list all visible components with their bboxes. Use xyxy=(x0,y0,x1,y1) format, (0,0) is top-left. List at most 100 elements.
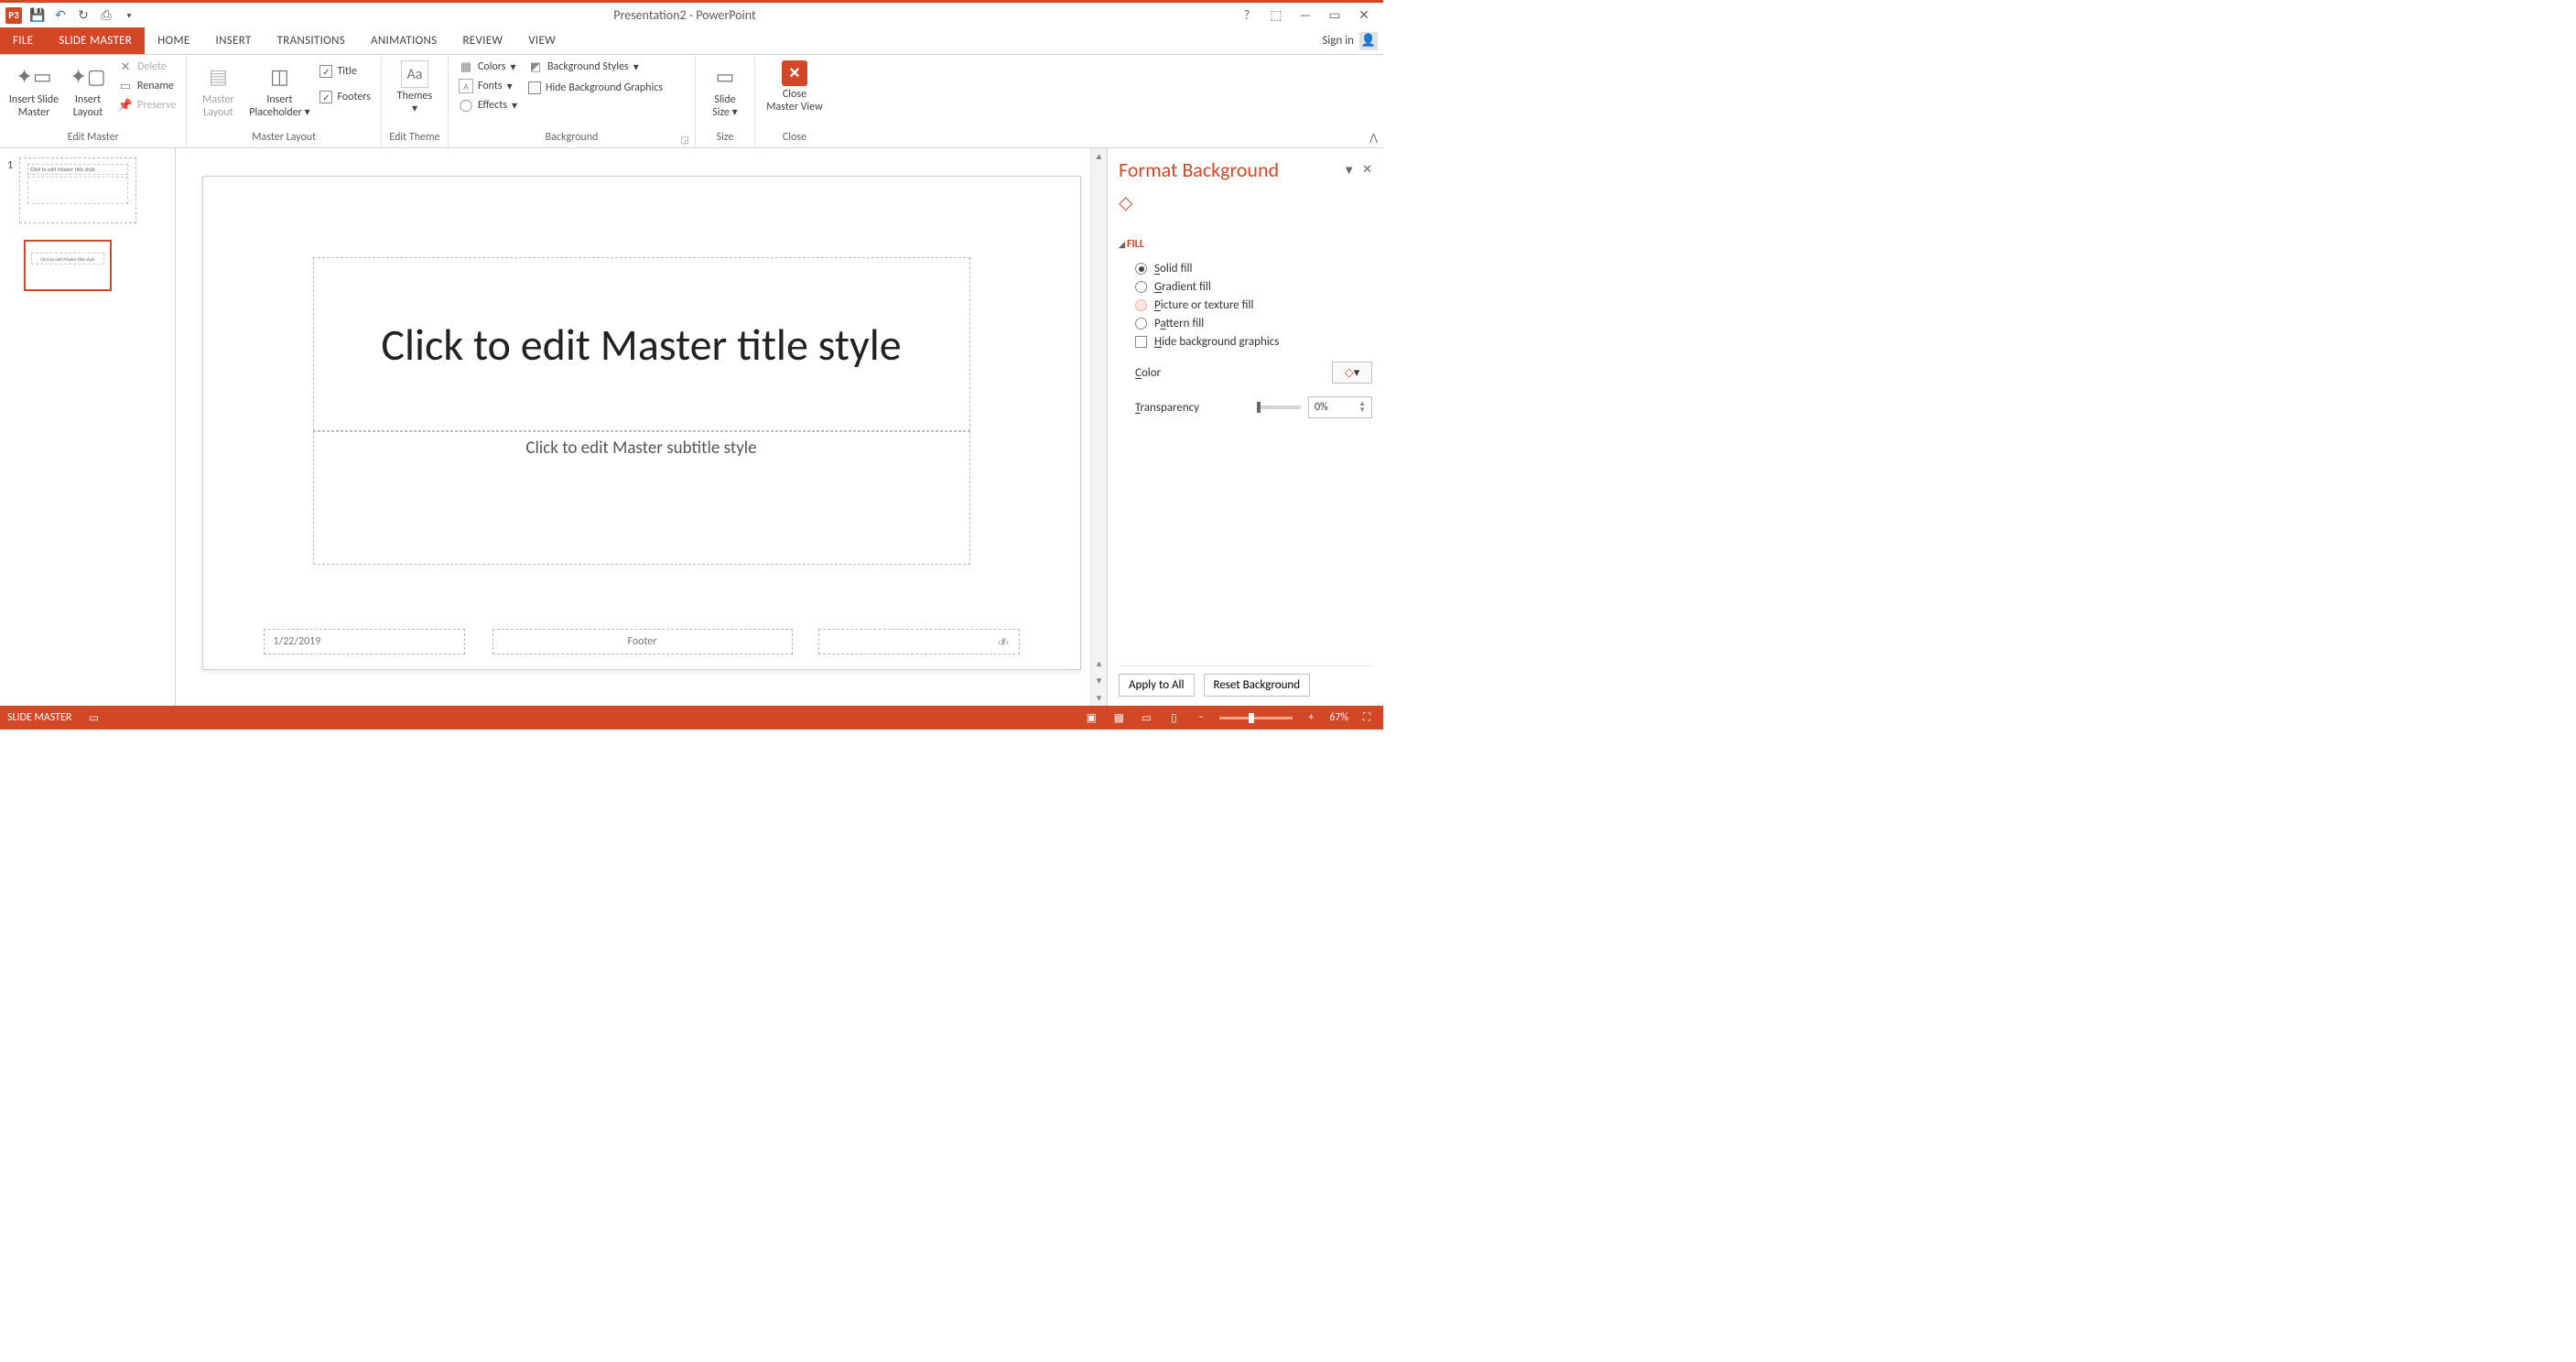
scroll-up-icon[interactable]: ▲ xyxy=(1091,148,1107,163)
pattern-fill-label: Pattern fill xyxy=(1154,317,1204,330)
fill-category-icon[interactable]: ◇ xyxy=(1119,191,1372,214)
tab-file[interactable]: FILE xyxy=(0,27,46,54)
themes-icon: Aa xyxy=(401,60,428,88)
next-slide-icon[interactable]: ▾ xyxy=(1091,689,1107,706)
background-styles-button[interactable]: ◩Background Styles ▾ xyxy=(525,59,666,75)
tab-transitions[interactable]: TRANSITIONS xyxy=(265,27,358,54)
themes-button[interactable]: Aa Themes▾ xyxy=(389,59,440,115)
pane-title: Format Background xyxy=(1119,157,1279,182)
fonts-label: Fonts xyxy=(478,80,503,92)
insert-slide-master-icon: ✦▭ xyxy=(18,60,49,92)
help-icon[interactable]: ? xyxy=(1239,7,1255,24)
slide-number-placeholder[interactable]: ‹#› xyxy=(818,629,1020,654)
sign-in[interactable]: Sign in 👤 xyxy=(1316,27,1383,54)
picture-fill-radio[interactable]: Picture or texture fill xyxy=(1135,298,1372,312)
undo-icon[interactable]: ↶ xyxy=(53,8,68,23)
slide-thumbnails-pane[interactable]: 1 Click to edit Master title style Click… xyxy=(0,148,176,706)
pane-close-icon[interactable]: ✕ xyxy=(1362,163,1372,178)
insert-layout-icon: ✦▢ xyxy=(72,60,103,92)
rename-button[interactable]: ▭Rename xyxy=(115,78,179,94)
layout-thumb-title: Click to edit Master title style xyxy=(31,253,104,265)
colors-button[interactable]: ▦Colors ▾ xyxy=(456,59,520,75)
minimize-icon[interactable]: — xyxy=(1297,7,1314,24)
transparency-input[interactable]: 0%▲▼ xyxy=(1308,396,1372,418)
normal-view-icon[interactable]: ▣ xyxy=(1082,710,1100,725)
master-slide-thumbnail[interactable]: Click to edit Master title style xyxy=(19,157,136,223)
delete-button[interactable]: ✕Delete xyxy=(115,59,179,75)
group-edit-theme-label: Edit Theme xyxy=(389,129,440,146)
tab-slide-master[interactable]: SLIDE MASTER xyxy=(46,27,145,54)
fit-to-window-icon[interactable]: ⛶ xyxy=(1358,710,1376,725)
save-icon[interactable]: 💾 xyxy=(30,8,45,23)
color-label: Color xyxy=(1135,366,1161,380)
footer-placeholder[interactable]: Footer xyxy=(492,629,793,654)
fonts-button[interactable]: AFonts ▾ xyxy=(456,78,520,94)
qat-more-icon[interactable]: ▾ xyxy=(122,8,136,23)
hide-background-graphics-checkbox[interactable]: Hide Background Graphics xyxy=(525,81,666,95)
insert-slide-master-button[interactable]: ✦▭ Insert Slide Master xyxy=(7,59,60,119)
tab-review[interactable]: REVIEW xyxy=(449,27,515,54)
pane-options-icon[interactable]: ▼ xyxy=(1343,163,1355,178)
slide-size-button[interactable]: ▭ Slide Size ▾ xyxy=(703,59,747,119)
close-master-view-button[interactable]: ✕ Close Master View xyxy=(763,59,827,114)
zoom-level-label[interactable]: 67% xyxy=(1329,711,1348,724)
maximize-icon[interactable]: ▭ xyxy=(1326,7,1343,24)
hide-bg-graphics-label: Hide background graphics xyxy=(1154,335,1279,349)
slide-sorter-view-icon[interactable]: ▦ xyxy=(1109,710,1128,725)
preserve-label: Preserve xyxy=(137,99,176,112)
group-background-label: Background xyxy=(456,129,687,146)
notes-icon[interactable]: ▭ xyxy=(84,710,103,725)
preserve-button[interactable]: 📌Preserve xyxy=(115,97,179,114)
apply-to-all-button[interactable]: Apply to All xyxy=(1119,674,1195,697)
picture-fill-label: Picture or texture fill xyxy=(1154,298,1253,312)
zoom-out-icon[interactable]: − xyxy=(1192,710,1210,725)
tab-insert[interactable]: INSERT xyxy=(203,27,265,54)
layout-thumbnail-selected[interactable]: Click to edit Master title style xyxy=(24,240,112,291)
reset-background-button[interactable]: Reset Background xyxy=(1204,674,1311,697)
colors-icon: ▦ xyxy=(459,59,473,74)
slide-canvas[interactable]: Click to edit Master title style Click t… xyxy=(176,148,1107,706)
vertical-scrollbar[interactable]: ▲ ▼ ▴ ▾ xyxy=(1090,148,1107,706)
fill-section-header[interactable]: FILL xyxy=(1119,238,1372,251)
background-dialog-launcher-icon[interactable]: ◲ xyxy=(681,134,689,146)
avatar-icon: 👤 xyxy=(1359,32,1378,50)
date-placeholder[interactable]: 1/22/2019 xyxy=(264,629,465,654)
zoom-slider[interactable] xyxy=(1219,717,1293,719)
gradient-fill-radio[interactable]: Gradient fill xyxy=(1135,280,1372,294)
rename-label: Rename xyxy=(137,80,174,92)
insert-placeholder-icon: ◫ xyxy=(264,60,295,92)
group-close-label: Close xyxy=(763,129,827,146)
tab-view[interactable]: VIEW xyxy=(515,27,568,54)
checkbox-checked-icon: ✓ xyxy=(319,91,332,103)
transparency-slider[interactable] xyxy=(1259,405,1301,409)
insert-layout-button[interactable]: ✦▢ Insert Layout xyxy=(66,59,110,119)
content-placeholder[interactable]: Click to edit Master subtitle style xyxy=(313,431,970,565)
title-checkbox[interactable]: ✓Title xyxy=(317,64,373,79)
footers-checkbox[interactable]: ✓Footers xyxy=(317,90,373,104)
color-picker-button[interactable]: ◇ ▾ xyxy=(1332,362,1372,384)
group-edit-master: ✦▭ Insert Slide Master ✦▢ Insert Layout … xyxy=(0,55,187,147)
hide-bg-graphics-checkbox[interactable]: Hide background graphics xyxy=(1135,335,1372,349)
reading-view-icon[interactable]: ▭ xyxy=(1137,710,1155,725)
previous-slide-icon[interactable]: ▴ xyxy=(1091,654,1107,671)
slide-master-preview[interactable]: Click to edit Master title style Click t… xyxy=(202,176,1081,670)
transparency-label: Transparency xyxy=(1135,401,1199,415)
fonts-icon: A xyxy=(459,79,473,93)
effects-button[interactable]: ◯Effects ▾ xyxy=(456,97,520,114)
redo-icon[interactable]: ↻ xyxy=(76,8,91,23)
subtitle-placeholder[interactable]: Click to edit Master subtitle style xyxy=(314,438,969,459)
title-placeholder[interactable]: Click to edit Master title style xyxy=(313,257,970,431)
start-from-beginning-icon[interactable]: ⎙ xyxy=(99,8,114,23)
scroll-down-icon[interactable]: ▼ xyxy=(1091,673,1107,687)
zoom-in-icon[interactable]: + xyxy=(1302,710,1320,725)
insert-placeholder-button[interactable]: ◫ Insert Placeholder ▾ xyxy=(247,59,311,119)
background-styles-icon: ◩ xyxy=(528,59,543,74)
slideshow-view-icon[interactable]: ▯ xyxy=(1164,710,1183,725)
collapse-ribbon-icon[interactable]: ⋀ xyxy=(1369,132,1378,144)
solid-fill-radio[interactable]: Solid fill xyxy=(1135,262,1372,276)
close-window-icon[interactable]: ✕ xyxy=(1356,7,1372,24)
tab-home[interactable]: HOME xyxy=(145,27,202,54)
pattern-fill-radio[interactable]: Pattern fill xyxy=(1135,317,1372,330)
tab-animations[interactable]: ANIMATIONS xyxy=(358,27,449,54)
ribbon-display-options-icon[interactable]: ⬚ xyxy=(1268,7,1284,24)
